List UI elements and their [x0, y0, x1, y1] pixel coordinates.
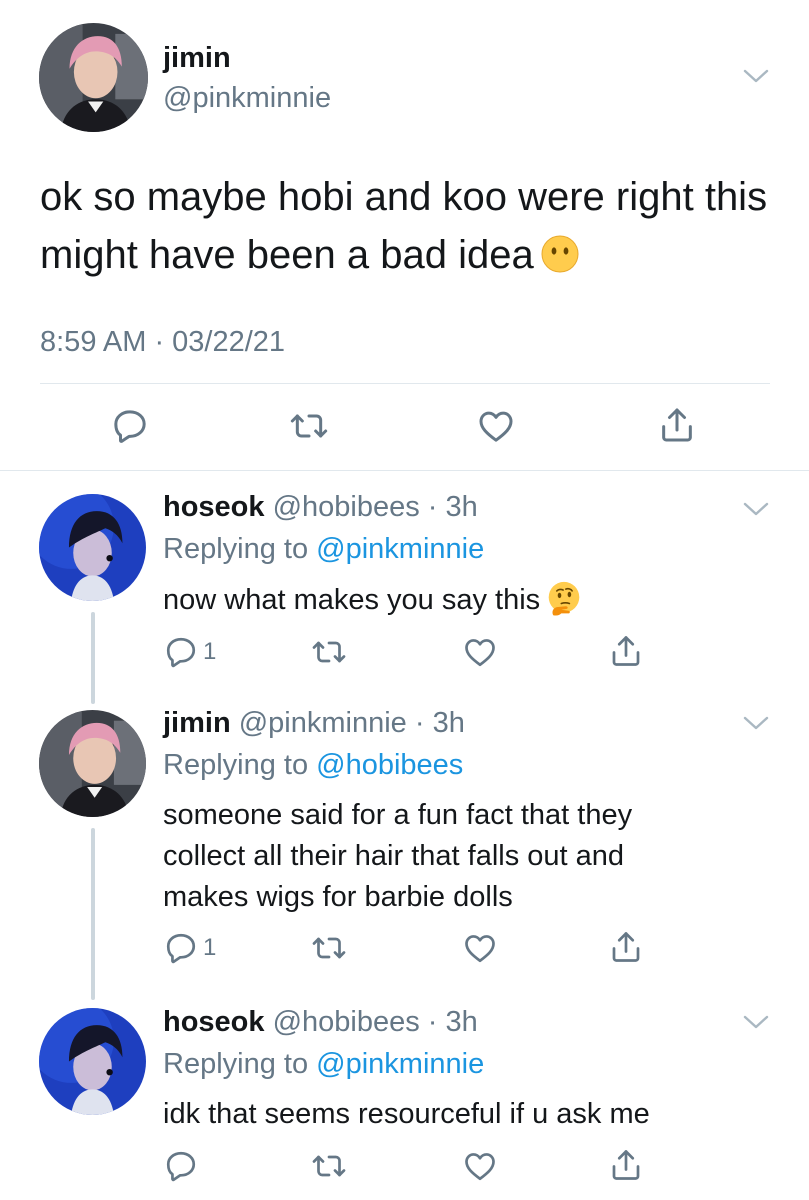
- share-icon: [608, 632, 644, 670]
- share-icon: [657, 404, 697, 446]
- retweet-icon: [288, 406, 330, 446]
- retweet-button[interactable]: [288, 406, 330, 446]
- handle-and-time[interactable]: @hobibees · 3h: [273, 1006, 478, 1038]
- like-button[interactable]: [461, 634, 499, 670]
- tweet-text: ok so maybe hobi and koo were right this…: [40, 168, 770, 284]
- avatar-image: [39, 23, 148, 132]
- reply-icon: [163, 634, 199, 670]
- reply-button[interactable]: [163, 1148, 203, 1184]
- replying-to-label: Replying to: [163, 1048, 317, 1080]
- thinking-face-emoji: [546, 581, 582, 617]
- replying-to: Replying to @pinkminnie: [163, 1048, 484, 1081]
- share-icon: [608, 928, 644, 966]
- no-mouth-face-emoji: [540, 234, 580, 274]
- like-icon: [475, 406, 517, 446]
- reply-count: 1: [203, 934, 217, 961]
- like-button[interactable]: [461, 1148, 499, 1184]
- thread-line: [91, 612, 95, 704]
- avatar[interactable]: [39, 494, 146, 601]
- reply-button[interactable]: [110, 406, 150, 446]
- share-button[interactable]: [608, 1146, 644, 1184]
- reply-header: hoseok @hobibees · 3h: [163, 1006, 478, 1039]
- retweet-button[interactable]: [310, 1148, 348, 1184]
- reply-header: hoseok @hobibees · 3h: [163, 491, 478, 524]
- replying-to: Replying to @pinkminnie: [163, 533, 484, 566]
- like-icon: [461, 634, 499, 670]
- mention-link[interactable]: @pinkminnie: [316, 533, 484, 565]
- reply-text: now what makes you say this: [163, 580, 723, 621]
- reply-icon: [110, 406, 150, 446]
- retweet-icon: [310, 634, 348, 670]
- reply-header: jimin @pinkminnie · 3h: [163, 707, 465, 740]
- reply-icon: [163, 1148, 199, 1184]
- reply-icon: [163, 930, 199, 966]
- share-icon: [608, 1146, 644, 1184]
- reply-text-body: now what makes you say this: [163, 584, 541, 616]
- thread-line: [91, 828, 95, 1000]
- display-name[interactable]: jimin: [163, 42, 231, 75]
- like-icon: [461, 930, 499, 966]
- handle-and-time[interactable]: @pinkminnie · 3h: [239, 707, 465, 739]
- avatar-image: [39, 710, 146, 817]
- mention-link[interactable]: @hobibees: [316, 749, 463, 781]
- chevron-down-icon[interactable]: [742, 67, 770, 85]
- avatar[interactable]: [39, 1008, 146, 1115]
- main-tweet: jimin @pinkminnie ok so maybe hobi and k…: [0, 0, 809, 470]
- mention-link[interactable]: @pinkminnie: [316, 1048, 484, 1080]
- tweet-timestamp[interactable]: 8:59 AM · 03/22/21: [40, 326, 285, 359]
- user-handle[interactable]: @pinkminnie: [163, 82, 331, 115]
- reply-count: 1: [203, 638, 217, 665]
- divider: [0, 470, 809, 471]
- handle-and-time[interactable]: @hobibees · 3h: [273, 491, 478, 523]
- display-name[interactable]: hoseok: [163, 491, 265, 523]
- share-button[interactable]: [608, 928, 644, 966]
- like-icon: [461, 1148, 499, 1184]
- display-name[interactable]: jimin: [163, 707, 231, 739]
- share-button[interactable]: [608, 632, 644, 670]
- reply-button[interactable]: 1: [163, 930, 216, 966]
- retweet-icon: [310, 930, 348, 966]
- chevron-down-icon[interactable]: [742, 1013, 770, 1031]
- tweet-text-body: ok so maybe hobi and koo were right this…: [40, 175, 768, 277]
- avatar-image: [39, 494, 146, 601]
- chevron-down-icon[interactable]: [742, 500, 770, 518]
- retweet-button[interactable]: [310, 930, 348, 966]
- reply-text: someone said for a fun fact that they co…: [163, 799, 633, 913]
- replying-to: Replying to @hobibees: [163, 749, 463, 782]
- chevron-down-icon[interactable]: [742, 714, 770, 732]
- share-button[interactable]: [657, 404, 697, 446]
- retweet-button[interactable]: [310, 634, 348, 670]
- replying-to-label: Replying to: [163, 749, 317, 781]
- reply-button[interactable]: 1: [163, 634, 216, 670]
- divider: [40, 383, 770, 384]
- like-button[interactable]: [475, 406, 517, 446]
- reply-text: idk that seems resourceful if u ask me: [163, 1098, 650, 1130]
- avatar[interactable]: [39, 710, 146, 817]
- avatar[interactable]: [39, 23, 148, 132]
- display-name[interactable]: hoseok: [163, 1006, 265, 1038]
- retweet-icon: [310, 1148, 348, 1184]
- like-button[interactable]: [461, 930, 499, 966]
- replying-to-label: Replying to: [163, 533, 317, 565]
- avatar-image: [39, 1008, 146, 1115]
